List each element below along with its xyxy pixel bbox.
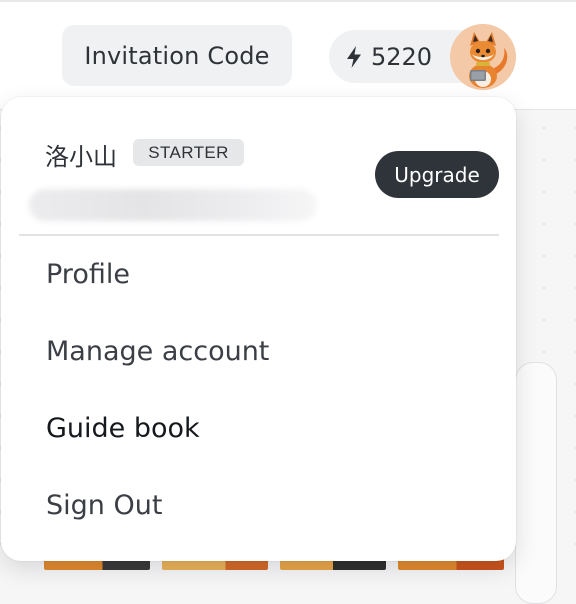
menu-item-profile[interactable]: Profile [46, 259, 130, 290]
header-divider [0, 0, 576, 2]
email-redacted [29, 189, 317, 221]
fox-avatar[interactable] [450, 24, 516, 90]
user-menu-dropdown: 洛小山 STARTER Upgrade Profile Manage accou… [1, 97, 516, 561]
menu-item-sign-out[interactable]: Sign Out [46, 490, 162, 521]
fox-avatar-icon [450, 24, 516, 90]
menu-divider [19, 234, 499, 236]
top-header: Invitation Code 5220 [0, 0, 576, 110]
plan-badge: STARTER [133, 139, 244, 166]
upgrade-label: Upgrade [394, 162, 480, 187]
invitation-code-label: Invitation Code [84, 41, 270, 70]
credits-count: 5220 [371, 42, 433, 71]
menu-item-manage-account[interactable]: Manage account [46, 336, 269, 367]
upgrade-button[interactable]: Upgrade [375, 151, 499, 198]
user-name: 洛小山 [45, 143, 117, 171]
invitation-code-button[interactable]: Invitation Code [62, 25, 292, 86]
lightning-bolt-icon [347, 45, 361, 68]
menu-item-guide-book[interactable]: Guide book [46, 413, 200, 444]
